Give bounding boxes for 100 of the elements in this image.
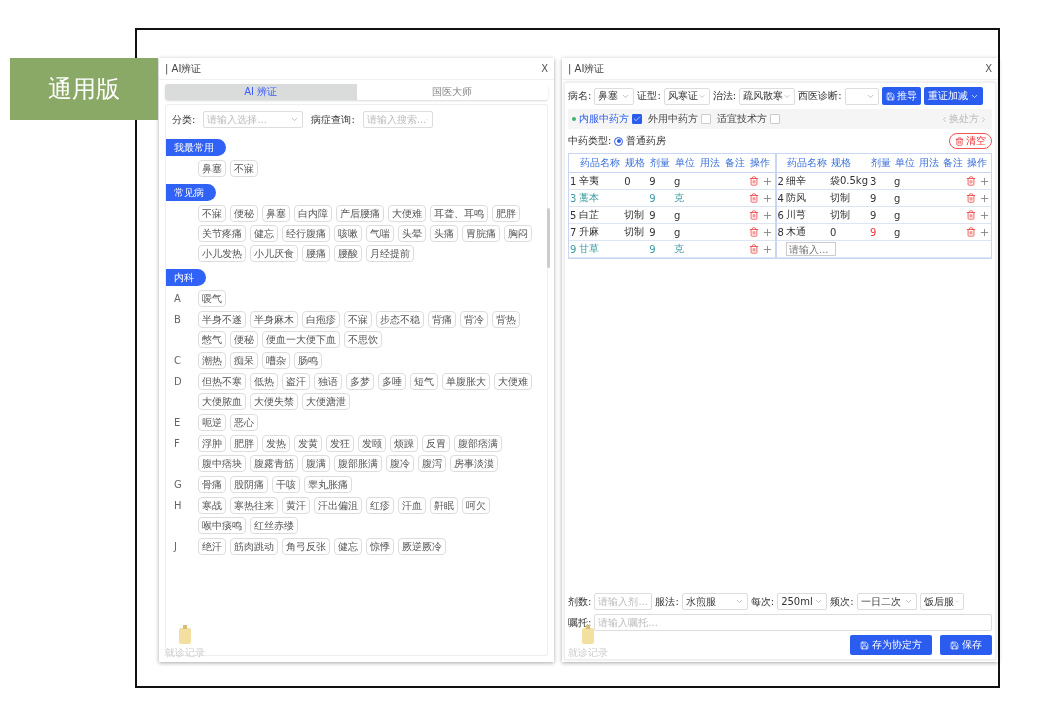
symptom-tag[interactable]: 半身麻木: [250, 311, 298, 328]
symptom-tag[interactable]: 独语: [314, 373, 342, 390]
select-field[interactable]: 水煎服: [681, 593, 748, 610]
symptom-tag[interactable]: 大便脓血: [198, 393, 246, 410]
symptom-tag[interactable]: 潮热: [198, 352, 226, 369]
symptom-tag[interactable]: 恶心: [230, 414, 258, 431]
symptom-tag[interactable]: 便秘: [230, 205, 258, 222]
symptom-tag[interactable]: 不思饮: [344, 331, 382, 348]
symptom-tag[interactable]: 肠鸣: [294, 352, 322, 369]
symptom-tag[interactable]: 嘈杂: [262, 352, 290, 369]
symptom-tag[interactable]: 汗出偏沮: [314, 497, 362, 514]
delete-icon[interactable]: [748, 210, 759, 220]
symptom-tag[interactable]: 房事淡漠: [450, 455, 498, 472]
prescription-tab[interactable]: 适宜技术方: [717, 112, 780, 126]
symptom-tag[interactable]: 小儿厌食: [250, 245, 298, 262]
symptom-tag[interactable]: 白疱疹: [302, 311, 340, 328]
symptom-tag[interactable]: 痴呆: [230, 352, 258, 369]
symptom-tag[interactable]: 烦躁: [390, 435, 418, 452]
symptom-tag[interactable]: 背痛: [428, 311, 456, 328]
select-field[interactable]: [844, 87, 879, 105]
delete-icon[interactable]: [748, 227, 759, 237]
symptom-tag[interactable]: 鼾眠: [430, 497, 458, 514]
symptom-tag[interactable]: 关节疼痛: [198, 225, 246, 242]
symptom-tag[interactable]: 憋气: [198, 331, 226, 348]
symptom-tag[interactable]: 腹部胀满: [334, 455, 382, 472]
symptom-tag[interactable]: 骨痛: [198, 476, 226, 493]
symptom-tag[interactable]: 腹中痞块: [198, 455, 246, 472]
prescription-tab[interactable]: 内服中药方: [572, 112, 642, 126]
symptom-tag[interactable]: 健忘: [334, 538, 362, 555]
drug-input[interactable]: 请输入...: [785, 242, 836, 256]
symptom-tag[interactable]: 大便难: [388, 205, 426, 222]
symptom-tag[interactable]: 寒热往来: [230, 497, 278, 514]
add-icon[interactable]: [761, 209, 773, 221]
delete-icon[interactable]: [748, 176, 759, 186]
add-icon[interactable]: [761, 175, 773, 187]
symptom-tag[interactable]: 呵欠: [462, 497, 490, 514]
symptom-tag[interactable]: 大便难: [494, 373, 532, 390]
symptom-tag[interactable]: 经行腹痛: [282, 225, 330, 242]
derive-button[interactable]: 推导: [881, 87, 921, 105]
symptom-tag[interactable]: 发热: [262, 435, 290, 452]
symptom-tag[interactable]: 腹部痞满: [454, 435, 502, 452]
symptom-tag[interactable]: 步态不稳: [376, 311, 424, 328]
symptom-tag[interactable]: 单腹胀大: [442, 373, 490, 390]
clear-button[interactable]: 清空: [949, 133, 992, 149]
symptom-tag[interactable]: 寒战: [198, 497, 226, 514]
symptom-tag[interactable]: 角弓反张: [282, 538, 330, 555]
symptom-tag[interactable]: 肥胖: [492, 205, 520, 222]
delete-icon[interactable]: [748, 193, 759, 203]
symptom-tag[interactable]: 发颐: [358, 435, 386, 452]
symptom-tag[interactable]: 腹泻: [418, 455, 446, 472]
close-button[interactable]: X: [541, 63, 548, 74]
symptom-tag[interactable]: 睾丸胀痛: [304, 476, 352, 493]
delete-icon[interactable]: [966, 193, 976, 203]
add-icon[interactable]: [761, 243, 773, 255]
symptom-tag[interactable]: 胸闷: [504, 225, 532, 242]
symptom-tag[interactable]: 健忘: [250, 225, 278, 242]
add-icon[interactable]: [979, 175, 990, 187]
symptom-tag[interactable]: 红丝赤缕: [250, 517, 298, 534]
symptom-tag[interactable]: 不寐: [344, 311, 372, 328]
symptom-tag[interactable]: 多唾: [378, 373, 406, 390]
delete-icon[interactable]: [966, 210, 976, 220]
add-icon[interactable]: [761, 226, 773, 238]
symptom-tag[interactable]: 浮肿: [198, 435, 226, 452]
symptom-tag[interactable]: 喉中痰鸣: [198, 517, 246, 534]
select-field[interactable]: 250ml: [777, 593, 828, 610]
delete-icon[interactable]: [748, 244, 759, 254]
symptom-tag[interactable]: 月经提前: [366, 245, 414, 262]
symptom-tag[interactable]: 盗汗: [282, 373, 310, 390]
symptom-tag[interactable]: 便血一大便下血: [262, 331, 340, 348]
symptom-tag[interactable]: 大便溏泄: [302, 393, 350, 410]
symptom-tag[interactable]: 但热不寒: [198, 373, 246, 390]
symptom-tag[interactable]: 呃逆: [198, 414, 226, 431]
symptom-tag[interactable]: 鼻塞: [198, 160, 226, 177]
symptom-tag[interactable]: 咳嗽: [334, 225, 362, 242]
add-icon[interactable]: [979, 192, 990, 204]
tab[interactable]: 国医大师: [356, 84, 548, 100]
symptom-tag[interactable]: 干咳: [272, 476, 300, 493]
symptom-tag[interactable]: 嗳气: [198, 290, 226, 307]
symptom-tag[interactable]: 胃脘痛: [462, 225, 500, 242]
delete-icon[interactable]: [966, 176, 976, 186]
symptom-tag[interactable]: 气喘: [366, 225, 394, 242]
symptom-tag[interactable]: 黄汗: [282, 497, 310, 514]
symptom-tag[interactable]: 反胃: [422, 435, 450, 452]
symptom-tag[interactable]: 腰酸: [334, 245, 362, 262]
symptom-tag[interactable]: 低热: [250, 373, 278, 390]
symptom-tag[interactable]: 多梦: [346, 373, 374, 390]
symptom-tag[interactable]: 不寐: [198, 205, 226, 222]
symptom-tag[interactable]: 头痛: [430, 225, 458, 242]
symptom-tag[interactable]: 汗血: [398, 497, 426, 514]
prescription-tab[interactable]: 外用中药方: [648, 112, 711, 126]
symptom-tag[interactable]: 小儿发热: [198, 245, 246, 262]
symptom-tag[interactable]: 腰痛: [302, 245, 330, 262]
radio-label[interactable]: 普通药房: [626, 134, 667, 148]
add-icon[interactable]: [979, 209, 990, 221]
symptom-tag[interactable]: 股阴痛: [230, 476, 268, 493]
symptom-tag[interactable]: 耳聋、耳鸣: [430, 205, 488, 222]
symptom-tag[interactable]: 惊悸: [366, 538, 394, 555]
close-button[interactable]: X: [985, 63, 992, 74]
symptom-tag[interactable]: 产后腰痛: [336, 205, 384, 222]
symptom-tag[interactable]: 背热: [492, 311, 520, 328]
